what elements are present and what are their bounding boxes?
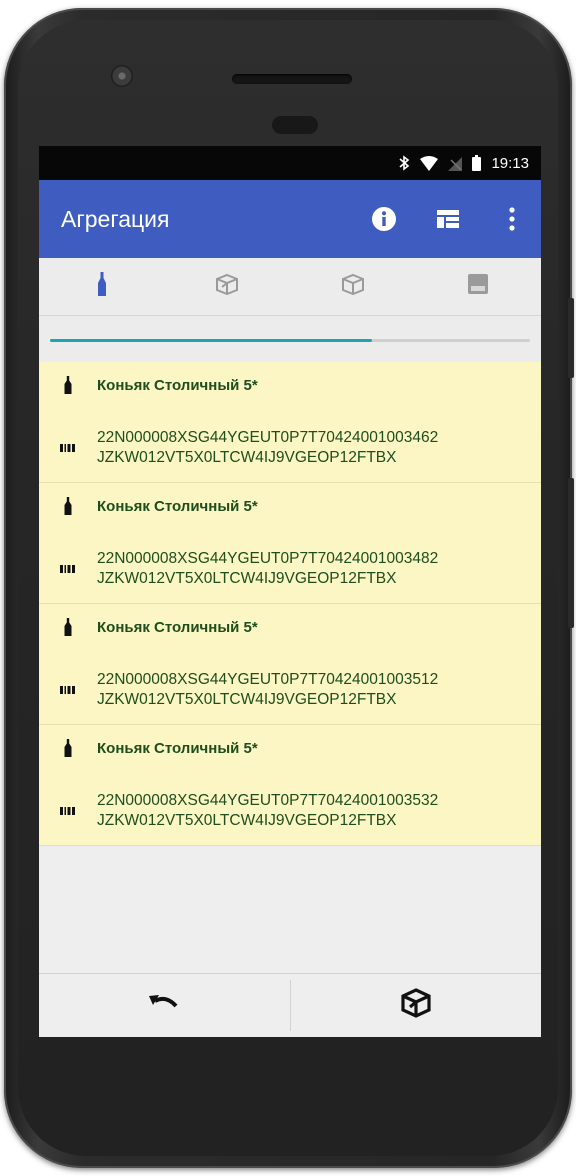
front-camera xyxy=(111,65,133,87)
list-item[interactable]: Коньяк Столичный 5* 22N000008XSG44YGEUT0P… xyxy=(39,604,541,725)
progress-fill xyxy=(50,339,372,342)
box-icon xyxy=(341,273,365,300)
bottle-icon xyxy=(39,618,97,636)
item-code-row: 22N000008XSG44YGEUT0P7T70424001003532 JZK… xyxy=(39,791,438,831)
barcode-icon xyxy=(39,686,97,694)
excise-code-line-1: 22N000008XSG44YGEUT0P7T70424001003512 xyxy=(97,671,439,688)
excise-code: 22N000008XSG44YGEUT0P7T70424001003482 JZK… xyxy=(97,549,438,589)
earpiece-speaker xyxy=(232,74,352,84)
layout-icon[interactable] xyxy=(433,204,463,234)
excise-code-line-2: JZKW012VT5X0LTCW4IJ9VGEOP12FTBX xyxy=(97,812,397,829)
tab-bottles[interactable] xyxy=(39,258,165,315)
pack-box-button[interactable] xyxy=(291,974,542,1037)
barcode-icon xyxy=(39,565,97,573)
item-name-row: Коньяк Столичный 5* xyxy=(39,374,258,396)
tab-bar xyxy=(39,258,541,316)
item-name-row: Коньяк Столичный 5* xyxy=(39,616,258,638)
proximity-sensor xyxy=(272,116,318,134)
product-name: Коньяк Столичный 5* xyxy=(97,376,258,394)
list-item[interactable]: Коньяк Столичный 5* 22N000008XSG44YGEUT0P… xyxy=(39,725,541,846)
item-name-row: Коньяк Столичный 5* xyxy=(39,737,258,759)
item-code-row: 22N000008XSG44YGEUT0P7T70424001003462 JZK… xyxy=(39,428,438,468)
item-name-row: Коньяк Столичный 5* xyxy=(39,495,258,517)
battery-icon xyxy=(472,155,482,171)
page-title: Агрегация xyxy=(61,205,170,232)
info-icon[interactable] xyxy=(369,204,399,234)
excise-code-line-1: 22N000008XSG44YGEUT0P7T70424001003482 xyxy=(97,550,439,567)
bottle-icon xyxy=(39,497,97,515)
bottle-icon xyxy=(39,376,97,394)
no-sim-icon xyxy=(448,156,463,171)
undo-icon xyxy=(148,992,180,1019)
barcode-icon xyxy=(39,807,97,815)
open-box-icon xyxy=(215,273,239,300)
pallet-icon xyxy=(467,273,489,300)
app-screen: 19:13 Агрегация Коньяк Столичный 5* 22N0… xyxy=(39,146,541,1037)
bottle-icon xyxy=(97,272,107,301)
tab-pallets[interactable] xyxy=(416,258,542,315)
progress-area xyxy=(39,316,541,361)
excise-code: 22N000008XSG44YGEUT0P7T70424001003462 JZK… xyxy=(97,428,438,468)
bottle-icon xyxy=(39,739,97,757)
list-item[interactable]: Коньяк Столичный 5* 22N000008XSG44YGEUT0P… xyxy=(39,362,541,483)
box-pack-icon xyxy=(400,988,432,1023)
excise-code-line-2: JZKW012VT5X0LTCW4IJ9VGEOP12FTBX xyxy=(97,570,397,587)
product-name: Коньяк Столичный 5* xyxy=(97,618,258,636)
wifi-icon xyxy=(420,155,439,171)
status-bar: 19:13 xyxy=(39,146,541,180)
bottom-action-bar xyxy=(39,973,541,1037)
progress-bar xyxy=(50,339,530,342)
excise-code-line-1: 22N000008XSG44YGEUT0P7T70424001003532 xyxy=(97,792,439,809)
item-code-row: 22N000008XSG44YGEUT0P7T70424001003512 JZK… xyxy=(39,670,438,710)
item-code-row: 22N000008XSG44YGEUT0P7T70424001003482 JZK… xyxy=(39,549,438,589)
excise-code-line-1: 22N000008XSG44YGEUT0P7T70424001003462 xyxy=(97,429,439,446)
clock: 19:13 xyxy=(491,154,529,172)
barcode-icon xyxy=(39,444,97,452)
more-vert-icon[interactable] xyxy=(497,204,527,234)
app-bar: Агрегация xyxy=(39,180,541,258)
excise-code: 22N000008XSG44YGEUT0P7T70424001003512 JZK… xyxy=(97,670,438,710)
app-bar-actions xyxy=(369,180,527,258)
excise-code-line-2: JZKW012VT5X0LTCW4IJ9VGEOP12FTBX xyxy=(97,691,397,708)
excise-code: 22N000008XSG44YGEUT0P7T70424001003532 JZK… xyxy=(97,791,438,831)
product-name: Коньяк Столичный 5* xyxy=(97,739,258,757)
excise-code-line-2: JZKW012VT5X0LTCW4IJ9VGEOP12FTBX xyxy=(97,449,397,466)
tab-open-boxes[interactable] xyxy=(165,258,291,315)
scanned-items-list: Коньяк Столичный 5* 22N000008XSG44YGEUT0P… xyxy=(39,362,541,846)
volume-button xyxy=(568,478,574,628)
tab-boxes[interactable] xyxy=(290,258,416,315)
power-button xyxy=(568,298,574,378)
undo-button[interactable] xyxy=(39,974,290,1037)
list-item[interactable]: Коньяк Столичный 5* 22N000008XSG44YGEUT0P… xyxy=(39,483,541,604)
product-name: Коньяк Столичный 5* xyxy=(97,497,258,515)
bluetooth-icon xyxy=(398,155,410,171)
